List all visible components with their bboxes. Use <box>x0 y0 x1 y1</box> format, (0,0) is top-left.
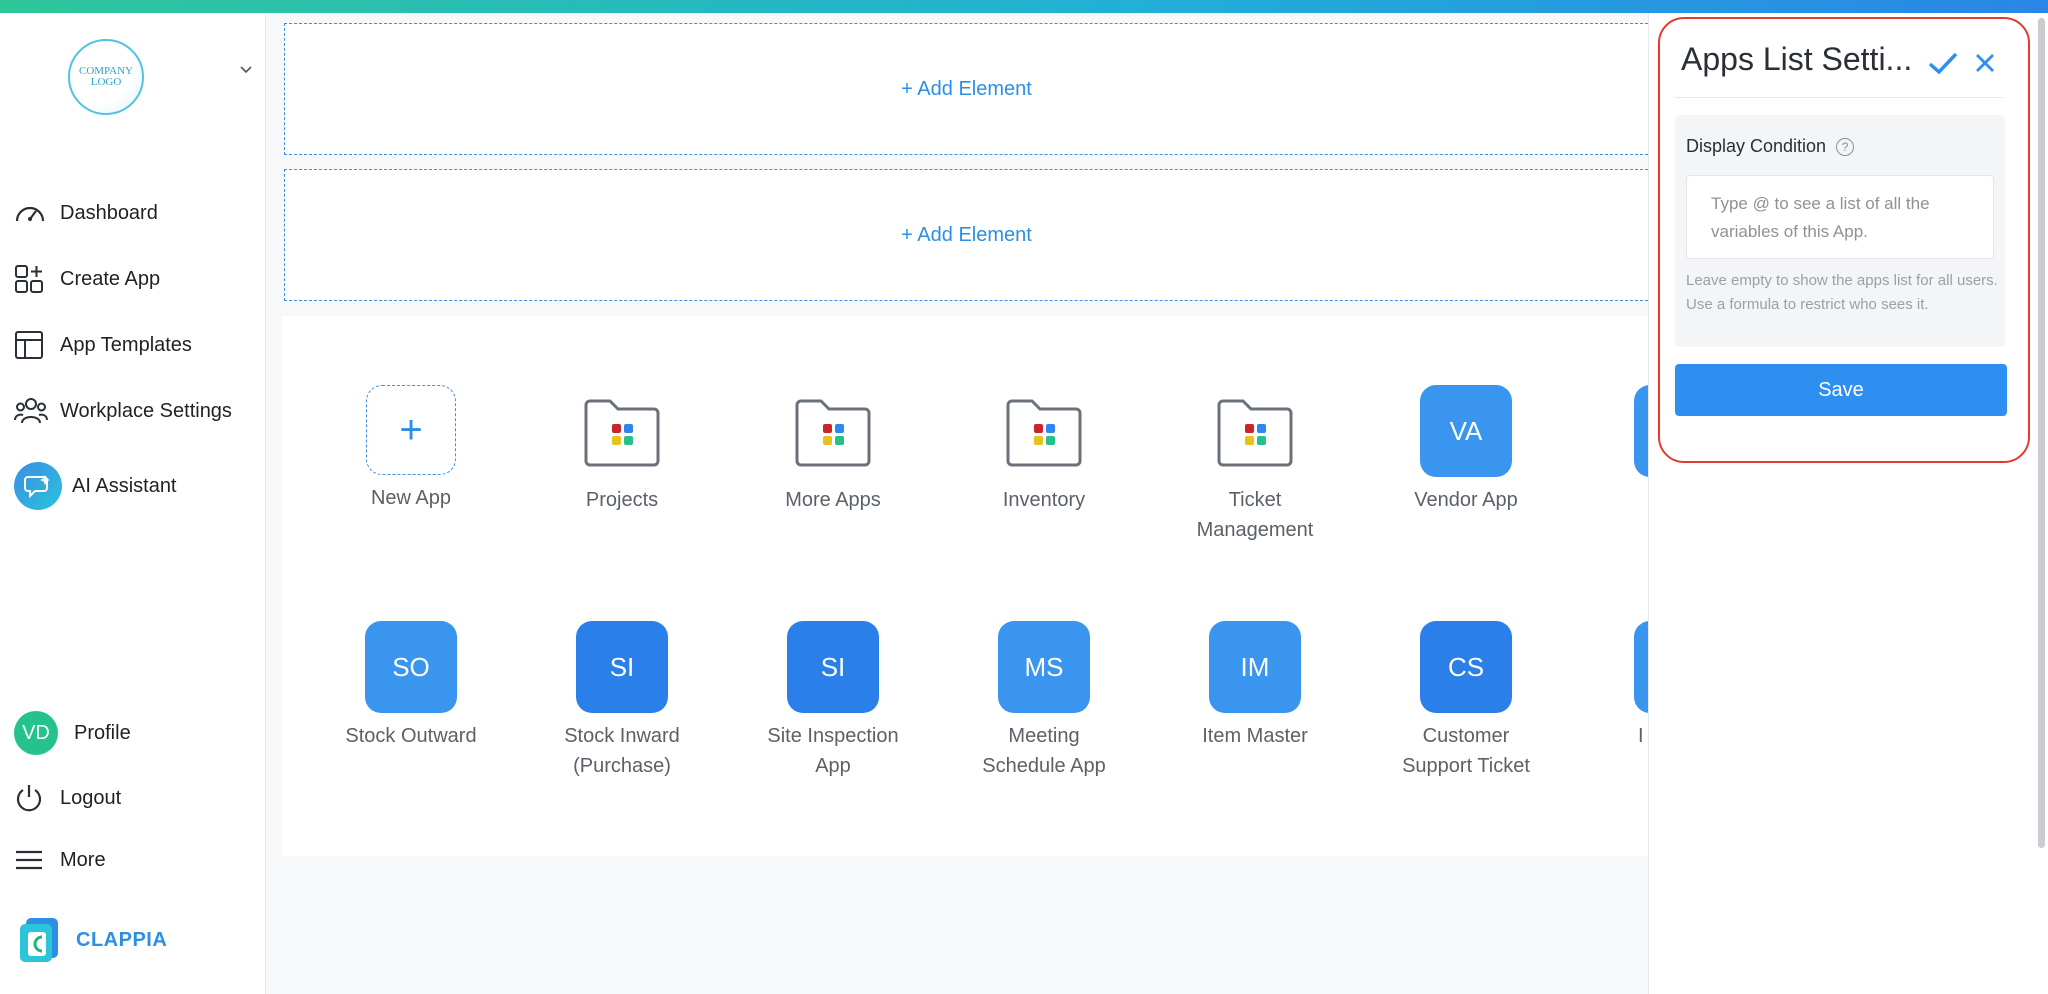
sidebar-item-label: Workplace Settings <box>60 399 232 422</box>
apps-list-settings-panel: Apps List Setti... Display Condition ? L… <box>1648 13 2048 994</box>
app-tile-vendor-app[interactable]: VA Vendor App <box>1371 385 1561 515</box>
display-condition-section: Display Condition ? Leave empty to show … <box>1675 115 2005 347</box>
plus-icon: + <box>366 385 456 475</box>
app-tile-partial[interactable]: T <box>1634 385 1648 525</box>
app-label: Customer Support Ticket <box>1402 725 1530 777</box>
app-label: Meeting Schedule App <box>982 725 1106 777</box>
sidebar-item-label: More <box>60 848 106 871</box>
scrollbar[interactable] <box>2038 18 2045 848</box>
sidebar-item-ai-assistant[interactable]: AI Assistant <box>14 461 177 511</box>
folder-icon <box>998 385 1090 477</box>
sidebar-item-more[interactable]: More <box>14 840 106 880</box>
folder-icon <box>787 385 879 477</box>
app-initials-icon: SO <box>365 621 457 713</box>
top-accent-bar <box>0 0 2048 13</box>
company-logo[interactable]: COMPANY LOGO <box>68 39 144 115</box>
app-tile-item-master[interactable]: IM Item Master <box>1160 621 1350 751</box>
close-icon <box>1976 54 1994 72</box>
app-initials-icon: SI <box>787 621 879 713</box>
panel-title: Apps List Setti... <box>1681 41 1913 77</box>
confirm-button[interactable] <box>1927 47 1959 79</box>
sidebar-item-label: Create App <box>60 267 161 290</box>
sidebar-item-label: Profile <box>74 721 131 744</box>
app-initials-icon <box>1634 621 1648 713</box>
helper-text: Leave empty to show the apps list for al… <box>1686 272 1998 313</box>
gauge-icon <box>14 197 50 229</box>
checkmark-icon <box>1928 52 1958 75</box>
app-label: Item Master <box>1202 725 1308 747</box>
app-initials-icon: IM <box>1209 621 1301 713</box>
sidebar-item-dashboard[interactable]: Dashboard <box>14 193 158 233</box>
app-label: More Apps <box>785 489 881 511</box>
create-app-icon <box>14 263 50 295</box>
app-initials-icon <box>1634 385 1648 477</box>
add-element-link[interactable]: + Add Element <box>901 224 1032 247</box>
app-label: Inventory <box>1002 489 1086 511</box>
avatar: VD <box>14 711 58 755</box>
divider <box>1675 97 2003 98</box>
app-label: Projects <box>585 489 659 511</box>
sidebar-item-label: AI Assistant <box>72 474 177 497</box>
app-tile-site-inspection-app[interactable]: SI Site Inspection App <box>738 621 928 781</box>
app-tile-inventory[interactable]: Inventory <box>949 385 1139 515</box>
users-icon <box>14 395 50 427</box>
app-tile-stock-outward[interactable]: SO Stock Outward <box>316 621 506 751</box>
help-icon[interactable]: ? <box>1836 137 1855 156</box>
app-label: Ticket Management <box>1196 489 1314 541</box>
brand-name: CLAPPIA <box>76 928 168 951</box>
add-element-zone-1[interactable]: + Add Element <box>284 23 1648 155</box>
display-condition-label: Display Condition ? <box>1686 136 1855 157</box>
app-label: Vendor App <box>1414 489 1518 511</box>
chevron-down-icon[interactable] <box>240 63 252 75</box>
sidebar-item-create-app[interactable]: Create App <box>14 259 160 299</box>
sidebar: COMPANY LOGO Dashboard Create App App Te… <box>0 13 266 994</box>
save-button[interactable]: Save <box>1675 364 2007 416</box>
app-initials-icon: CS <box>1420 621 1512 713</box>
app-tile-ticket-management[interactable]: Ticket Management <box>1160 385 1350 545</box>
hamburger-menu-icon <box>14 844 50 876</box>
sidebar-item-workplace-settings[interactable]: Workplace Settings <box>14 391 232 431</box>
sidebar-item-label: Logout <box>60 786 122 809</box>
app-initials-icon: SI <box>576 621 668 713</box>
sidebar-item-logout[interactable]: Logout <box>14 778 121 818</box>
folder-icon <box>576 385 668 477</box>
app-tile-meeting-schedule-app[interactable]: MS Meeting Schedule App <box>949 621 1139 781</box>
sidebar-item-app-templates[interactable]: App Templates <box>14 325 192 365</box>
power-icon <box>14 782 50 814</box>
app-tile-projects[interactable]: Projects <box>527 385 717 515</box>
sidebar-item-label: App Templates <box>60 333 192 356</box>
apps-list: + New App Projects More Apps Inventory T… <box>282 316 1648 856</box>
logo-text-line2: LOGO <box>90 76 122 88</box>
new-app-button[interactable]: + New App <box>316 385 506 513</box>
add-element-zone-2[interactable]: + Add Element <box>284 169 1648 301</box>
display-condition-input[interactable] <box>1686 175 1994 259</box>
app-label: Site Inspection App <box>767 725 899 777</box>
app-initials-icon: MS <box>998 621 1090 713</box>
sidebar-item-profile[interactable]: VD Profile <box>14 710 131 756</box>
app-tile-more-apps[interactable]: More Apps <box>738 385 928 515</box>
app-initials-icon: VA <box>1420 385 1512 477</box>
sidebar-item-label: Dashboard <box>60 201 158 224</box>
field-label: Display Condition <box>1686 136 1827 156</box>
app-label: Stock Outward <box>345 725 477 747</box>
add-element-link[interactable]: + Add Element <box>901 78 1032 101</box>
templates-icon <box>14 329 50 361</box>
app-tile-stock-inward[interactable]: SI Stock Inward (Purchase) <box>527 621 717 781</box>
app-label: New App <box>370 487 452 509</box>
app-label: Stock Inward (Purchase) <box>564 725 680 777</box>
close-button[interactable] <box>1969 47 2001 79</box>
clappia-brand[interactable]: CLAPPIA <box>20 918 167 962</box>
folder-icon <box>1209 385 1301 477</box>
app-label: I <box>1638 725 1644 747</box>
app-tile-customer-support-ticket[interactable]: CS Customer Support Ticket <box>1371 621 1561 781</box>
app-canvas: + Add Element + Add Element + New App Pr… <box>266 13 1648 994</box>
ai-assistant-icon <box>14 462 62 510</box>
app-tile-partial[interactable]: I <box>1634 621 1648 761</box>
clappia-logo-icon <box>20 918 60 962</box>
